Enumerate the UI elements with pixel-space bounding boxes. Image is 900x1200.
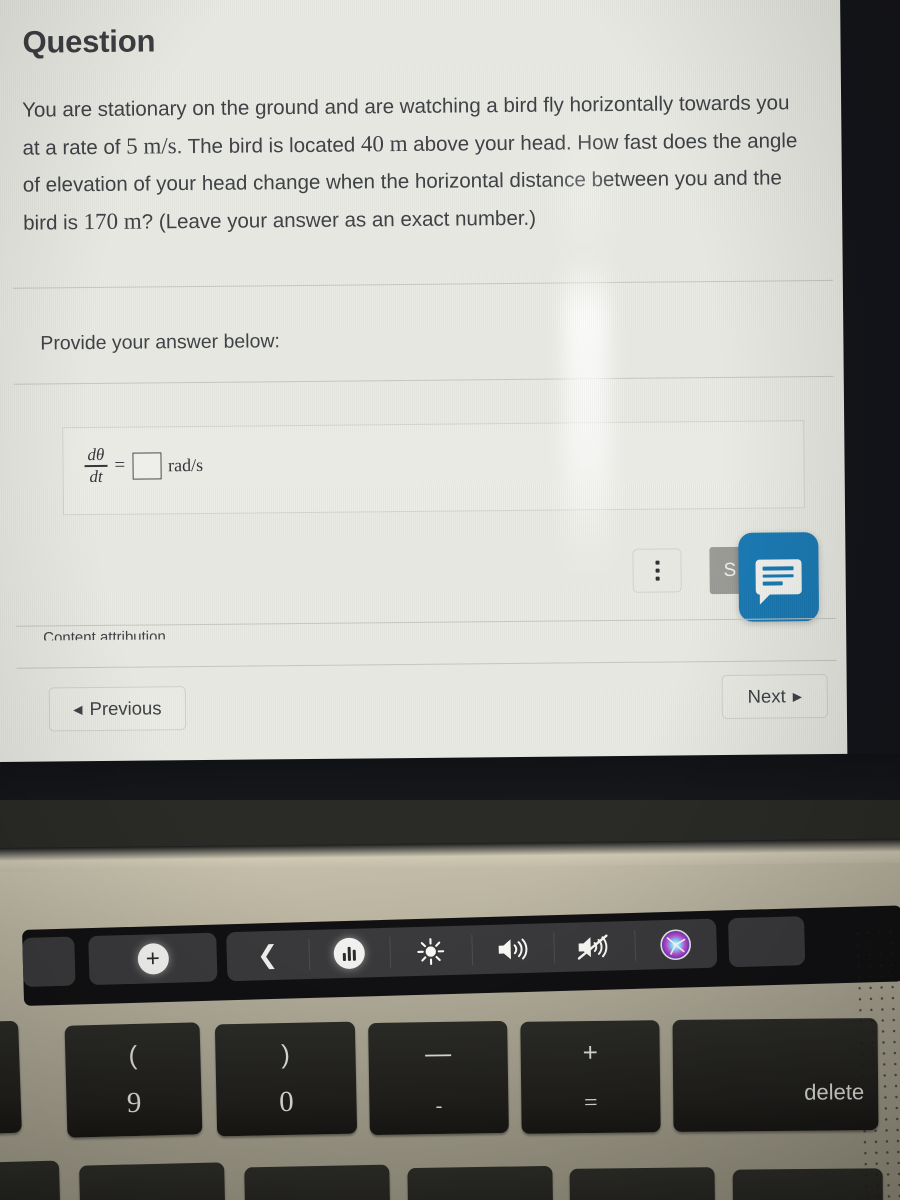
key-delete[interactable]: delete bbox=[672, 1018, 879, 1132]
collapse-chevron-button[interactable]: ❮ bbox=[226, 930, 309, 981]
screen-bezel-bottom bbox=[0, 753, 900, 800]
mute-button[interactable] bbox=[553, 921, 636, 972]
kebab-dot-2 bbox=[655, 568, 660, 573]
key-paren-9[interactable]: ( 9 bbox=[64, 1022, 203, 1138]
key-delete-label: delete bbox=[804, 1079, 865, 1106]
key-row2-b[interactable] bbox=[79, 1162, 226, 1200]
key-paren-0[interactable]: ) 0 bbox=[214, 1021, 358, 1137]
chevron-left-icon: ◂ bbox=[73, 698, 83, 720]
question-math-value-1: 5 m/s bbox=[126, 133, 177, 159]
more-vertical-icon[interactable] bbox=[632, 548, 682, 593]
content-attribution-label: Content attribution bbox=[43, 628, 166, 641]
bubble-line-2 bbox=[762, 573, 794, 578]
plus-circle-icon: + bbox=[136, 942, 169, 975]
divider-2 bbox=[13, 375, 834, 385]
next-button[interactable]: Next ▸ bbox=[721, 673, 829, 719]
equalizer-icon bbox=[333, 937, 366, 970]
fraction-numerator: dθ bbox=[87, 444, 105, 465]
previous-button[interactable]: ◂ Previous bbox=[48, 686, 187, 732]
touch-id-key[interactable] bbox=[727, 916, 806, 968]
divider-1 bbox=[12, 279, 833, 289]
kebab-dot-3 bbox=[655, 576, 660, 581]
siri-button[interactable] bbox=[634, 919, 717, 970]
key-row2-e[interactable] bbox=[569, 1167, 716, 1200]
bubble-line-3 bbox=[762, 581, 783, 586]
equals-sign: = bbox=[114, 454, 126, 476]
divider-3 bbox=[16, 617, 837, 627]
question-content-column: Question You are stationary on the groun… bbox=[12, 0, 837, 767]
next-button-label: Next bbox=[747, 685, 786, 707]
answer-input[interactable] bbox=[132, 451, 162, 480]
brightness-button[interactable] bbox=[389, 925, 472, 976]
control-strip: ❮ bbox=[226, 918, 718, 982]
laptop-screen: Question You are stationary on the groun… bbox=[0, 0, 900, 800]
question-math-value-5: 170 m bbox=[83, 208, 142, 235]
chevron-right-icon: ▸ bbox=[792, 685, 803, 707]
key-row2-c[interactable] bbox=[244, 1164, 391, 1200]
brightness-icon bbox=[417, 937, 445, 965]
volume-mute-icon bbox=[577, 933, 608, 960]
siri-orb-icon bbox=[660, 928, 692, 960]
key-asterisk-8[interactable]: * bbox=[0, 1020, 22, 1136]
derivative-fraction: dθ dt bbox=[84, 444, 108, 486]
bubble-line-1 bbox=[762, 566, 794, 571]
previous-button-label: Previous bbox=[89, 697, 162, 720]
equalizer-button[interactable] bbox=[308, 928, 391, 979]
screenshot-root: Question You are stationary on the groun… bbox=[0, 0, 900, 1200]
page-title: Question bbox=[22, 23, 156, 60]
question-math-value-3: 40 m bbox=[360, 130, 408, 157]
provide-answer-label: Provide your answer below: bbox=[40, 330, 281, 355]
key-minus[interactable]: — - bbox=[368, 1020, 509, 1136]
volume-up-icon bbox=[498, 938, 528, 960]
chat-bubble-icon[interactable] bbox=[738, 532, 820, 622]
expand-control-strip-button[interactable]: + bbox=[88, 932, 218, 986]
question-text-segment-2: . The bird is located bbox=[176, 133, 362, 159]
answer-formula: dθ dt = rad/s bbox=[84, 445, 203, 486]
fraction-denominator: dt bbox=[89, 466, 103, 486]
key-row2-a[interactable] bbox=[0, 1160, 62, 1200]
chevron-left-icon: ❮ bbox=[256, 940, 279, 970]
question-text-segment-6: ? (Leave your answer as an exact number.… bbox=[141, 206, 537, 234]
kebab-dot-1 bbox=[654, 560, 660, 565]
question-text: You are stationary on the ground and are… bbox=[22, 84, 813, 242]
escape-key[interactable] bbox=[22, 936, 76, 987]
key-row2-d[interactable] bbox=[407, 1165, 554, 1200]
answer-units-label: rad/s bbox=[168, 454, 204, 475]
speaker-grille bbox=[852, 925, 900, 1200]
volume-up-button[interactable] bbox=[471, 923, 554, 974]
key-plus-equals[interactable]: + = bbox=[520, 1020, 661, 1134]
chat-bubble-shape bbox=[755, 559, 802, 595]
divider-4 bbox=[16, 659, 837, 669]
browser-page: Question You are stationary on the groun… bbox=[0, 0, 848, 767]
